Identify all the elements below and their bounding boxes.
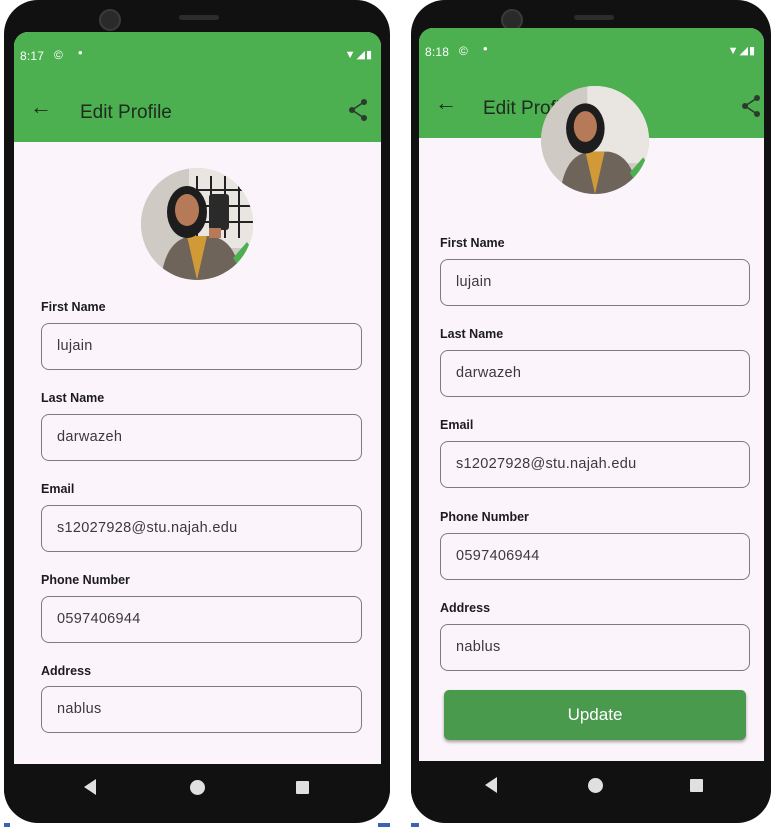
page-title: Edit Profile bbox=[80, 102, 172, 123]
update-button[interactable]: Update bbox=[444, 690, 746, 740]
status-time: 8:17 bbox=[20, 49, 45, 63]
first-name-input[interactable]: lujain bbox=[440, 259, 750, 306]
notification-dot-icon: • bbox=[78, 45, 83, 60]
last-name-value: darwazeh bbox=[57, 429, 123, 445]
whatsapp-icon: © bbox=[459, 44, 468, 58]
profile-avatar[interactable] bbox=[141, 168, 253, 280]
phone-frame-left: 8:17 © • ▼◢▮ ← Edit Profile First Name l… bbox=[4, 0, 390, 823]
profile-photo bbox=[141, 168, 253, 280]
phone-number-value: 0597406944 bbox=[456, 548, 540, 564]
first-name-value: lujain bbox=[57, 338, 93, 354]
back-arrow-icon[interactable]: ← bbox=[30, 94, 52, 120]
share-icon[interactable] bbox=[347, 98, 369, 122]
signal-battery-icons: ▼◢▮ bbox=[727, 45, 756, 57]
email-input[interactable]: s12027928@stu.najah.edu bbox=[440, 441, 750, 488]
last-name-input[interactable]: darwazeh bbox=[41, 414, 362, 461]
last-name-value: darwazeh bbox=[456, 365, 522, 381]
label-phone-number: Phone Number bbox=[440, 510, 529, 524]
speaker-grill bbox=[179, 15, 219, 20]
address-input[interactable]: nablus bbox=[41, 686, 362, 733]
label-first-name: First Name bbox=[41, 300, 106, 314]
notification-dot-icon: • bbox=[483, 41, 488, 56]
label-phone-number: Phone Number bbox=[41, 573, 130, 587]
whatsapp-icon: © bbox=[54, 48, 63, 62]
screen-left: 8:17 © • ▼◢▮ ← Edit Profile First Name l… bbox=[14, 32, 381, 764]
bottom-strip-mid bbox=[378, 823, 390, 827]
label-email: Email bbox=[41, 482, 75, 496]
nav-recents-icon[interactable] bbox=[690, 779, 703, 792]
front-camera bbox=[99, 9, 121, 31]
phone-number-value: 0597406944 bbox=[57, 611, 141, 627]
status-bar: 8:17 © • ▼◢▮ bbox=[14, 32, 381, 80]
app-bar: ← Edit Profile bbox=[14, 80, 381, 142]
address-input[interactable]: nablus bbox=[440, 624, 750, 671]
nav-back-icon[interactable] bbox=[485, 777, 497, 793]
signal-battery-icons: ▼◢▮ bbox=[344, 49, 373, 61]
profile-photo bbox=[541, 86, 649, 194]
phone-number-input[interactable]: 0597406944 bbox=[440, 533, 750, 580]
last-name-input[interactable]: darwazeh bbox=[440, 350, 750, 397]
bottom-strip-right bbox=[411, 823, 419, 827]
system-nav-bar bbox=[4, 764, 390, 810]
nav-home-icon[interactable] bbox=[190, 780, 205, 795]
profile-avatar[interactable] bbox=[541, 86, 649, 194]
label-address: Address bbox=[41, 664, 92, 678]
speaker-grill bbox=[574, 15, 614, 20]
email-input[interactable]: s12027928@stu.najah.edu bbox=[41, 505, 362, 552]
phone-number-input[interactable]: 0597406944 bbox=[41, 596, 362, 643]
back-arrow-icon[interactable]: ← bbox=[435, 90, 457, 116]
address-value: nablus bbox=[456, 639, 501, 655]
nav-back-icon[interactable] bbox=[84, 779, 96, 795]
first-name-input[interactable]: lujain bbox=[41, 323, 362, 370]
screen-right: 8:18 © • ▼◢▮ ← Edit Profile First Name l… bbox=[419, 28, 764, 761]
profile-form: First Name lujain Last Name darwazeh Ema… bbox=[14, 142, 381, 764]
first-name-value: lujain bbox=[456, 274, 492, 290]
status-bar: 8:18 © • ▼◢▮ bbox=[419, 28, 764, 76]
nav-home-icon[interactable] bbox=[588, 778, 603, 793]
phone-frame-right: 8:18 © • ▼◢▮ ← Edit Profile First Name l… bbox=[411, 0, 771, 823]
label-last-name: Last Name bbox=[41, 391, 105, 405]
email-value: s12027928@stu.najah.edu bbox=[57, 520, 238, 536]
share-icon[interactable] bbox=[740, 94, 762, 118]
profile-form: First Name lujain Last Name darwazeh Ema… bbox=[419, 86, 764, 761]
email-value: s12027928@stu.najah.edu bbox=[456, 456, 637, 472]
label-email: Email bbox=[440, 418, 474, 432]
label-last-name: Last Name bbox=[440, 327, 504, 341]
system-nav-bar bbox=[411, 762, 771, 808]
address-value: nablus bbox=[57, 701, 102, 717]
status-time: 8:18 bbox=[425, 45, 450, 59]
label-address: Address bbox=[440, 601, 491, 615]
nav-recents-icon[interactable] bbox=[296, 781, 309, 794]
bottom-strip-left bbox=[4, 823, 10, 827]
label-first-name: First Name bbox=[440, 236, 505, 250]
